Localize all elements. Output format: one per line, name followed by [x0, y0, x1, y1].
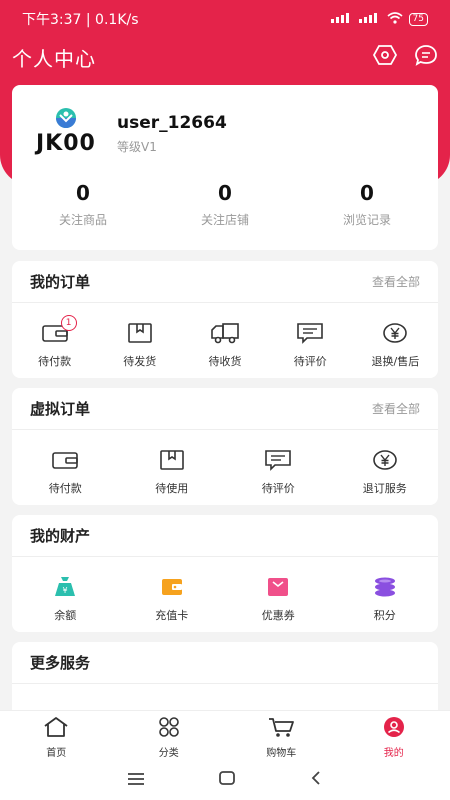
virtual-item-label: 退订服务	[362, 482, 407, 495]
yen-icon	[370, 448, 400, 476]
cart-icon	[267, 716, 295, 742]
user-level: 等级V1	[117, 140, 157, 154]
stat-followed-products[interactable]: 0 关注商品	[12, 181, 154, 228]
settings-icon[interactable]	[372, 44, 398, 70]
order-count-badge: 1	[60, 315, 77, 331]
user-icon	[380, 716, 408, 742]
page-title: 个人中心	[12, 46, 96, 71]
asset-item-recharge-card[interactable]: 充值卡	[119, 575, 226, 623]
status-time: 下午3:37 | 0.1K/s	[22, 12, 139, 28]
asset-item-points[interactable]: 积分	[332, 575, 439, 623]
section-title: 我的订单	[30, 273, 91, 291]
asset-item-label: 优惠券	[261, 609, 295, 622]
order-item-label: 待发货	[123, 355, 157, 368]
orders-card: 我的订单 查看全部 1 待付款 待发货 待收货 待评价 退换/售后	[12, 261, 438, 378]
profile-card: JK00 user_12664 等级V1 0 关注商品 0 关注店铺 0 浏览记…	[12, 85, 438, 250]
stat-browse-history[interactable]: 0 浏览记录	[296, 181, 438, 228]
signal-icon	[330, 12, 353, 26]
system-nav-bar	[0, 760, 450, 800]
virtual-item-to-use[interactable]: 待使用	[119, 448, 226, 496]
order-item-returns[interactable]: 退换/售后	[353, 321, 438, 369]
section-title: 我的财产	[30, 527, 91, 545]
tab-category[interactable]: 分类	[113, 711, 226, 760]
back-icon[interactable]	[308, 770, 324, 790]
package-icon	[157, 448, 187, 476]
section-title: 更多服务	[30, 654, 91, 672]
stats-row: 0 关注商品 0 关注店铺 0 浏览记录	[12, 181, 438, 228]
brand-logo: JK00	[36, 107, 100, 157]
stat-value: 0	[76, 181, 90, 205]
orders-header: 我的订单 查看全部	[12, 261, 438, 303]
stat-label: 浏览记录	[342, 213, 391, 227]
virtual-item-label: 待付款	[48, 482, 82, 495]
tab-mine[interactable]: 我的	[338, 711, 450, 760]
virtual-orders-header: 虚拟订单 查看全部	[12, 388, 438, 430]
logo-text: JK00	[36, 131, 96, 156]
virtual-item-to-review[interactable]: 待评价	[225, 448, 332, 496]
virtual-item-pending-payment[interactable]: 待付款	[12, 448, 119, 496]
virtual-orders-see-all-link[interactable]: 查看全部	[372, 400, 420, 417]
order-item-label: 待付款	[38, 355, 72, 368]
comment-icon	[263, 448, 293, 476]
asset-item-balance[interactable]: ¥ 余额	[12, 575, 119, 623]
order-item-label: 待评价	[293, 355, 327, 368]
logo-emblem-icon	[56, 108, 76, 128]
coins-icon	[370, 575, 400, 603]
asset-item-label: 余额	[54, 609, 77, 622]
tab-label: 购物车	[266, 748, 297, 759]
tab-cart[interactable]: 购物车	[225, 711, 338, 760]
stat-followed-stores[interactable]: 0 关注店铺	[154, 181, 296, 228]
battery-icon: 75	[408, 12, 428, 26]
asset-item-coupon[interactable]: 优惠券	[225, 575, 332, 623]
stat-value: 0	[360, 181, 374, 205]
order-item-awaiting-shipment[interactable]: 待发货	[97, 321, 182, 369]
bottom-tab-bar: 首页 分类 购物车 我的	[0, 710, 450, 760]
truck-icon	[210, 321, 240, 349]
signal-icon	[358, 12, 381, 26]
wifi-icon	[387, 11, 403, 27]
assets-card: 我的财产 ¥ 余额 充值卡 优惠券 积分	[12, 515, 438, 632]
card-wallet-icon	[157, 575, 187, 603]
tab-home[interactable]: 首页	[0, 711, 113, 760]
orders-see-all-link[interactable]: 查看全部	[372, 273, 420, 290]
menu-icon[interactable]	[126, 771, 146, 790]
virtual-item-label: 待评价	[261, 482, 295, 495]
status-bar: 下午3:37 | 0.1K/s 75	[0, 0, 450, 38]
order-item-awaiting-review[interactable]: 待评价	[268, 321, 353, 369]
coupon-icon	[263, 575, 293, 603]
section-title: 虚拟订单	[30, 400, 91, 418]
title-bar: 个人中心	[0, 38, 450, 76]
order-item-label: 待收货	[208, 355, 242, 368]
assets-header: 我的财产	[12, 515, 438, 557]
message-icon[interactable]	[414, 44, 438, 70]
home-button-icon[interactable]	[217, 770, 237, 790]
asset-item-label: 充值卡	[155, 609, 189, 622]
yen-icon	[380, 321, 410, 349]
order-item-pending-payment[interactable]: 1 待付款	[12, 315, 97, 369]
asset-item-label: 积分	[373, 609, 396, 622]
username[interactable]: user_12664	[117, 113, 227, 133]
tab-label: 分类	[158, 748, 179, 759]
stat-label: 关注店铺	[200, 213, 249, 227]
money-bag-icon: ¥	[50, 575, 80, 603]
stat-label: 关注商品	[58, 213, 107, 227]
order-item-awaiting-receipt[interactable]: 待收货	[182, 321, 267, 369]
package-icon	[125, 321, 155, 349]
stat-value: 0	[218, 181, 232, 205]
wallet-icon	[50, 448, 80, 476]
virtual-orders-card: 虚拟订单 查看全部 待付款 待使用 待评价 退订服务	[12, 388, 438, 505]
tab-label: 我的	[383, 748, 404, 759]
comment-icon	[295, 321, 325, 349]
virtual-item-label: 待使用	[155, 482, 189, 495]
tab-label: 首页	[46, 748, 67, 759]
home-icon	[42, 716, 70, 742]
category-icon	[155, 716, 183, 742]
order-item-label: 退换/售后	[371, 355, 420, 368]
svg-text:¥: ¥	[63, 586, 68, 595]
status-icons: 75	[330, 11, 428, 27]
virtual-item-refund-service[interactable]: 退订服务	[332, 448, 439, 496]
more-services-header: 更多服务	[12, 642, 438, 684]
